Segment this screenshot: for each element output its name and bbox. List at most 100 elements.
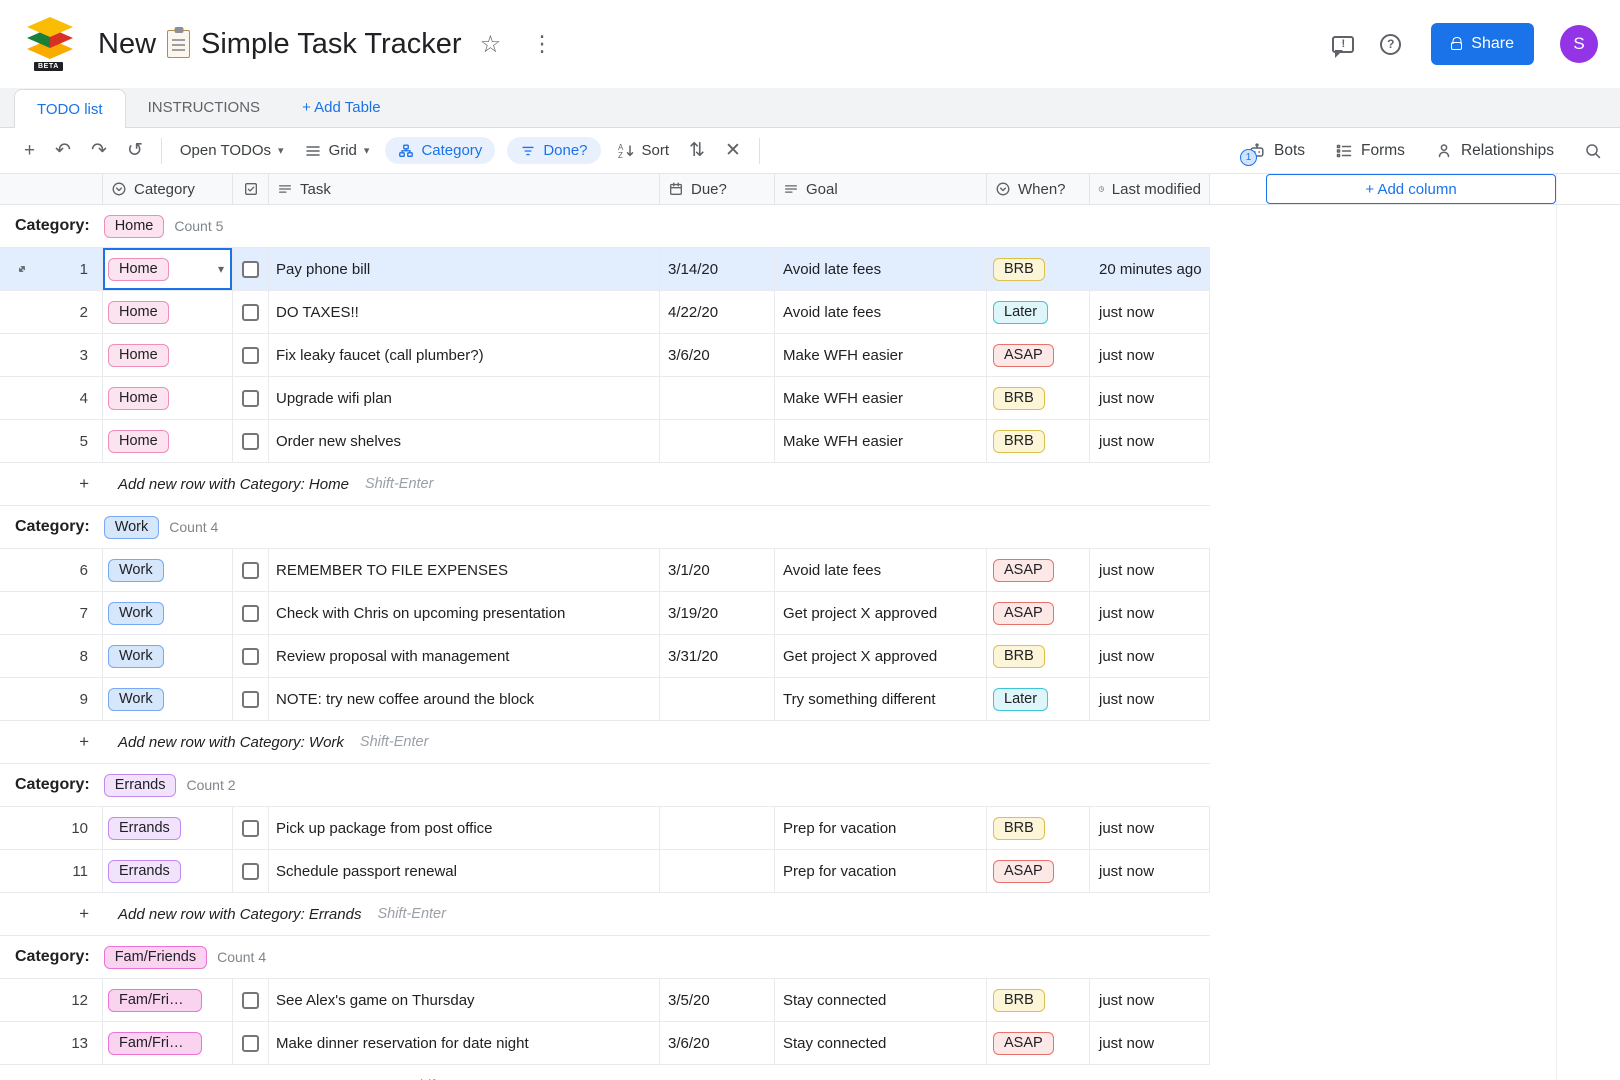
category-cell[interactable]: Work ▾ <box>103 635 233 677</box>
app-logo[interactable]: BETA <box>24 17 76 71</box>
done-checkbox[interactable] <box>242 260 259 278</box>
row-number-cell[interactable]: 12 <box>0 979 103 1021</box>
goal-cell[interactable]: Get project X approved <box>775 592 987 634</box>
when-cell[interactable]: Later <box>987 291 1090 333</box>
add-row[interactable]: + Add new row with Category: Home Shift-… <box>0 463 1210 506</box>
done-cell[interactable] <box>233 592 269 634</box>
row-number-cell[interactable]: 5 <box>0 420 103 462</box>
due-cell[interactable] <box>660 678 775 720</box>
modified-cell[interactable]: just now <box>1090 635 1210 677</box>
done-cell[interactable] <box>233 1022 269 1064</box>
task-cell[interactable]: Check with Chris on upcoming presentatio… <box>269 592 660 634</box>
modified-cell[interactable]: just now <box>1090 420 1210 462</box>
row-number-cell[interactable]: 1 <box>0 248 103 290</box>
row-number-cell[interactable]: 4 <box>0 377 103 419</box>
category-cell[interactable]: Work ▾ <box>103 592 233 634</box>
category-cell[interactable]: Fam/Friends ▾ <box>103 1022 233 1064</box>
when-cell[interactable]: BRB <box>987 635 1090 677</box>
add-row[interactable]: + Add new row with Category: Work Shift-… <box>0 721 1210 764</box>
column-header-modified[interactable]: Last modified <box>1090 174 1210 204</box>
when-cell[interactable]: ASAP <box>987 850 1090 892</box>
modified-cell[interactable]: just now <box>1090 678 1210 720</box>
done-cell[interactable] <box>233 377 269 419</box>
when-cell[interactable]: ASAP <box>987 592 1090 634</box>
column-header-task[interactable]: Task <box>269 174 660 204</box>
avatar[interactable]: S <box>1560 25 1598 63</box>
when-cell[interactable]: Later <box>987 678 1090 720</box>
when-cell[interactable]: ASAP <box>987 549 1090 591</box>
row-number-cell[interactable]: 7 <box>0 592 103 634</box>
category-cell[interactable]: Home ▾ <box>103 248 233 290</box>
done-cell[interactable] <box>233 420 269 462</box>
task-cell[interactable]: DO TAXES!! <box>269 291 660 333</box>
category-cell[interactable]: Errands ▾ <box>103 850 233 892</box>
row-number-cell[interactable]: 9 <box>0 678 103 720</box>
category-cell[interactable]: Home ▾ <box>103 377 233 419</box>
due-cell[interactable]: 3/19/20 <box>660 592 775 634</box>
done-checkbox[interactable] <box>242 303 259 321</box>
view-selector[interactable]: Open TODOs ▾ <box>170 142 294 159</box>
task-cell[interactable]: See Alex's game on Thursday <box>269 979 660 1021</box>
row-number-cell[interactable]: 10 <box>0 807 103 849</box>
when-cell[interactable]: BRB <box>987 420 1090 462</box>
modified-cell[interactable]: just now <box>1090 850 1210 892</box>
when-cell[interactable]: ASAP <box>987 334 1090 376</box>
done-checkbox[interactable] <box>242 862 259 880</box>
done-cell[interactable] <box>233 979 269 1021</box>
goal-cell[interactable]: Make WFH easier <box>775 334 987 376</box>
task-cell[interactable]: Pick up package from post office <box>269 807 660 849</box>
redo-icon[interactable]: ↷ <box>81 141 117 160</box>
when-cell[interactable]: BRB <box>987 248 1090 290</box>
column-header-done[interactable] <box>233 174 269 204</box>
modified-cell[interactable]: 20 minutes ago <box>1090 248 1210 290</box>
undo-icon[interactable]: ↶ <box>45 141 81 160</box>
history-icon[interactable]: ↺ <box>117 141 153 160</box>
done-cell[interactable] <box>233 635 269 677</box>
row-number-cell[interactable]: 8 <box>0 635 103 677</box>
row-number-cell[interactable]: 3 <box>0 334 103 376</box>
column-header-due[interactable]: Due? <box>660 174 775 204</box>
share-button[interactable]: Share <box>1431 23 1534 65</box>
goal-cell[interactable]: Stay connected <box>775 979 987 1021</box>
group-category-chip[interactable]: Work <box>103 515 160 539</box>
add-column-button[interactable]: + Add column <box>1266 174 1556 204</box>
when-cell[interactable]: ASAP <box>987 1022 1090 1064</box>
task-cell[interactable]: Review proposal with management <box>269 635 660 677</box>
due-cell[interactable]: 3/6/20 <box>660 1022 775 1064</box>
search-button[interactable] <box>1584 142 1602 160</box>
due-cell[interactable]: 3/31/20 <box>660 635 775 677</box>
goal-cell[interactable]: Prep for vacation <box>775 850 987 892</box>
due-cell[interactable]: 3/1/20 <box>660 549 775 591</box>
due-cell[interactable] <box>660 377 775 419</box>
task-cell[interactable]: Order new shelves <box>269 420 660 462</box>
add-row-toolbar-icon[interactable]: + <box>14 141 45 160</box>
modified-cell[interactable]: just now <box>1090 377 1210 419</box>
done-checkbox[interactable] <box>242 604 259 622</box>
category-cell[interactable]: Home ▾ <box>103 291 233 333</box>
goal-cell[interactable]: Try something different <box>775 678 987 720</box>
done-checkbox[interactable] <box>242 991 259 1009</box>
due-cell[interactable]: 3/14/20 <box>660 248 775 290</box>
when-cell[interactable]: BRB <box>987 377 1090 419</box>
done-checkbox[interactable] <box>242 432 259 450</box>
column-header-goal[interactable]: Goal <box>775 174 987 204</box>
goal-cell[interactable]: Get project X approved <box>775 635 987 677</box>
more-menu-icon[interactable]: ⋮ <box>531 31 553 57</box>
column-header-when[interactable]: When? <box>987 174 1090 204</box>
task-cell[interactable]: Schedule passport renewal <box>269 850 660 892</box>
sort-button[interactable]: A Z Sort <box>607 142 680 160</box>
category-cell[interactable]: Work ▾ <box>103 678 233 720</box>
category-cell[interactable]: Work ▾ <box>103 549 233 591</box>
column-header-category[interactable]: Category <box>103 174 233 204</box>
clear-view-icon[interactable]: ✕ <box>715 141 751 160</box>
task-cell[interactable]: Upgrade wifi plan <box>269 377 660 419</box>
done-checkbox[interactable] <box>242 389 259 407</box>
task-cell[interactable]: NOTE: try new coffee around the block <box>269 678 660 720</box>
due-cell[interactable] <box>660 807 775 849</box>
task-cell[interactable]: Make dinner reservation for date night <box>269 1022 660 1064</box>
goal-cell[interactable]: Avoid late fees <box>775 549 987 591</box>
category-cell[interactable]: Home ▾ <box>103 334 233 376</box>
tab-todo-list[interactable]: TODO list <box>14 89 126 128</box>
goal-cell[interactable]: Avoid late fees <box>775 291 987 333</box>
add-row[interactable]: + Add new row with Category: Fam/Friends… <box>0 1065 1210 1080</box>
